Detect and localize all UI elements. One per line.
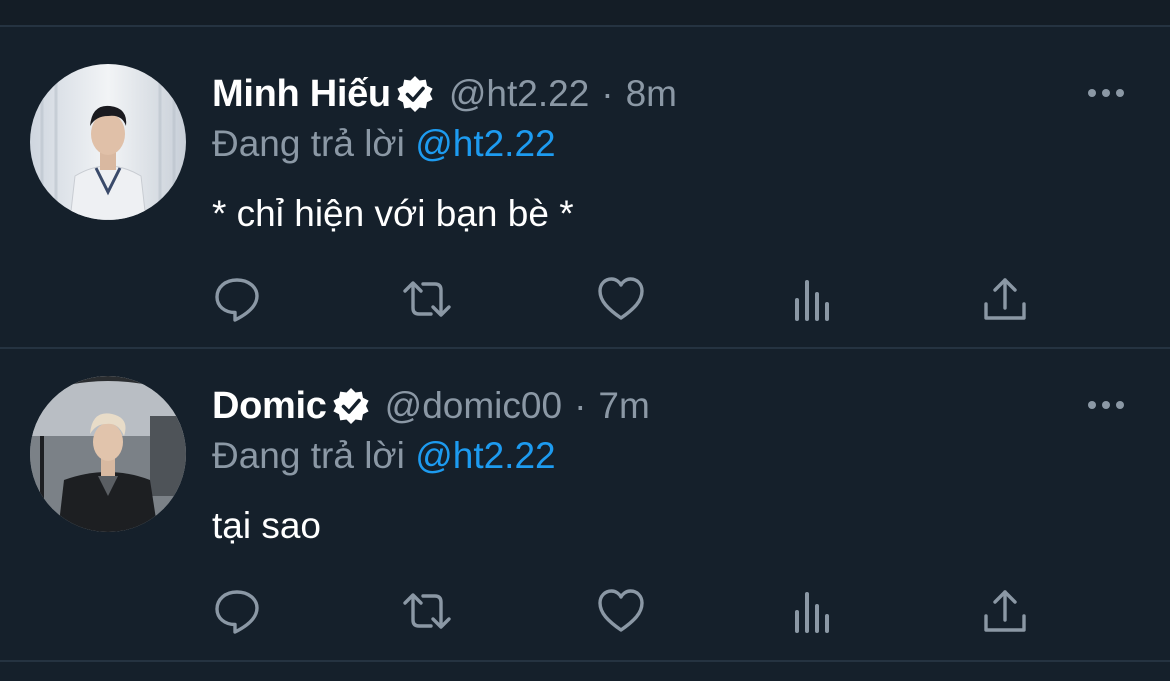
like-icon[interactable]	[596, 586, 646, 636]
action-bar	[212, 274, 1042, 324]
timestamp[interactable]: 7m	[598, 385, 649, 427]
action-bar	[212, 586, 1042, 636]
analytics-icon[interactable]	[788, 274, 838, 324]
author-name[interactable]: Domic	[212, 385, 327, 428]
mention-link[interactable]: @ht2.22	[415, 123, 555, 164]
reply-icon[interactable]	[212, 274, 262, 324]
top-bar	[0, 0, 1170, 27]
replying-to-line: Đang trả lời @ht2.22	[212, 123, 556, 165]
tweet-header: Minh Hiếu @ht2.22 · 8m	[212, 69, 677, 119]
analytics-icon[interactable]	[788, 586, 838, 636]
mention-link[interactable]: @ht2.22	[415, 435, 555, 476]
verified-badge-icon	[395, 74, 435, 114]
retweet-icon[interactable]	[402, 274, 452, 324]
verified-badge-icon	[331, 386, 371, 426]
avatar[interactable]	[30, 64, 186, 220]
share-icon[interactable]	[980, 586, 1030, 636]
author-handle[interactable]: @ht2.22	[449, 73, 589, 115]
timestamp[interactable]: 8m	[626, 73, 677, 115]
reply-icon[interactable]	[212, 586, 262, 636]
tweet-text: * chỉ hiện với bạn bè *	[212, 193, 574, 234]
tweet-item[interactable]: Minh Hiếu @ht2.22 · 8m Đang trả lời @ht2…	[0, 27, 1170, 337]
share-icon[interactable]	[980, 274, 1030, 324]
avatar[interactable]	[30, 376, 186, 532]
replying-to-line: Đang trả lời @ht2.22	[212, 435, 556, 477]
tweet-item[interactable]: Domic @domic00 · 7m Đang trả lời @ht2.22…	[0, 350, 1170, 660]
retweet-icon[interactable]	[402, 586, 452, 636]
replying-label: Đang trả lời	[212, 435, 405, 476]
more-options-icon[interactable]	[1086, 85, 1126, 101]
author-handle[interactable]: @domic00	[385, 385, 562, 427]
tweet-divider	[0, 347, 1170, 349]
tweet-header: Domic @domic00 · 7m	[212, 381, 650, 431]
tweet-divider	[0, 660, 1170, 662]
author-name[interactable]: Minh Hiếu	[212, 73, 391, 116]
replying-label: Đang trả lời	[212, 123, 405, 164]
like-icon[interactable]	[596, 274, 646, 324]
separator-dot: ·	[601, 73, 614, 114]
more-options-icon[interactable]	[1086, 397, 1126, 413]
separator-dot: ·	[574, 385, 587, 426]
tweet-text: tại sao	[212, 505, 322, 546]
